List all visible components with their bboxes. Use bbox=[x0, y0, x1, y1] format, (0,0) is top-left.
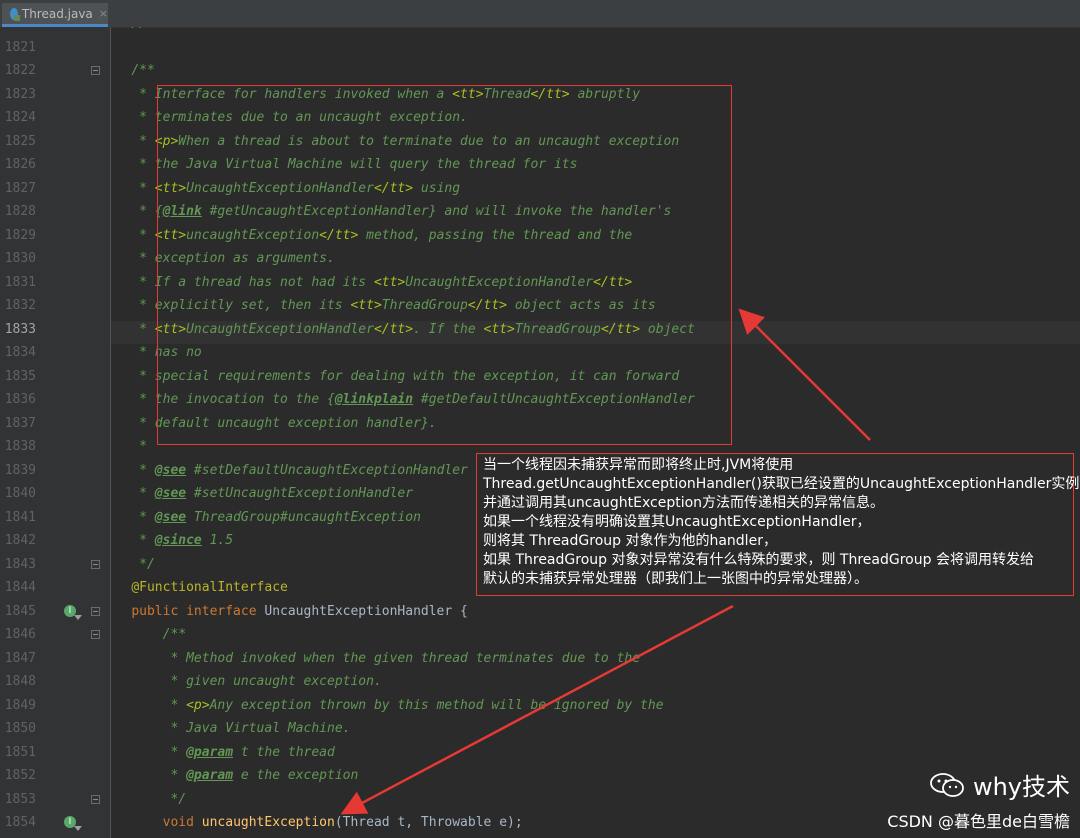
fold-icon[interactable] bbox=[91, 66, 100, 75]
code-line[interactable]: 1850 * Java Virtual Machine. bbox=[0, 717, 1080, 740]
code-text: * @see ThreadGroup#uncaughtException bbox=[139, 509, 421, 525]
code-line[interactable]: 1820 // Added in JSR-166 bbox=[0, 27, 1080, 35]
java-class-icon bbox=[10, 7, 20, 21]
note-line: 如果 ThreadGroup 对象对异常没有什么特殊的要求，则 ThreadGr… bbox=[483, 552, 1034, 568]
note-line: 则将其 ThreadGroup 对象作为他的handler， bbox=[483, 533, 777, 549]
watermark-brand: why技术 bbox=[972, 773, 1070, 801]
fold-icon[interactable] bbox=[91, 630, 100, 639]
watermark-sub: CSDN @暮色里de白雪檐 bbox=[887, 812, 1070, 831]
code-text: * <p>Any exception thrown by this method… bbox=[170, 697, 664, 713]
line-number: 1842 bbox=[4, 533, 36, 548]
fold-icon[interactable] bbox=[91, 606, 100, 616]
line-number: 1828 bbox=[4, 204, 36, 219]
code-text: /** bbox=[131, 63, 155, 78]
line-number: 1853 bbox=[4, 791, 36, 807]
code-text: * given uncaught exception. bbox=[170, 674, 382, 689]
code-line[interactable]: 1821 bbox=[0, 36, 1080, 59]
line-number: 1827 bbox=[4, 180, 36, 196]
code-text: * @param t the thread bbox=[170, 744, 335, 760]
line-number: 1824 bbox=[4, 110, 36, 125]
note-line: 默认的未捕获异常处理器（即我们上一张图中的异常处理器）。 bbox=[483, 571, 868, 587]
code-text: void uncaughtException(Thread t, Throwab… bbox=[162, 815, 523, 830]
code-text: * @see #setDefaultUncaughtExceptionHandl… bbox=[139, 462, 468, 478]
code-text: * bbox=[139, 439, 147, 454]
line-number: 1829 bbox=[4, 227, 36, 243]
line-number: 1849 bbox=[4, 697, 36, 713]
code-text: * @see #setUncaughtExceptionHandler bbox=[139, 486, 414, 501]
line-number: 1831 bbox=[4, 274, 36, 290]
line-number: 1820 bbox=[0, 27, 36, 35]
implemented-arrow-icon bbox=[74, 826, 82, 831]
line-number: 1846 bbox=[4, 627, 36, 642]
code-line[interactable]: 1847 * Method invoked when the given thr… bbox=[0, 647, 1080, 670]
note-line: 并通过调用其uncaughtException方法而传递相关的异常信息。 bbox=[483, 495, 885, 511]
code-text: @FunctionalInterface bbox=[131, 580, 288, 595]
code-line[interactable]: 1848 * given uncaught exception. bbox=[0, 670, 1080, 693]
fold-icon[interactable] bbox=[91, 794, 100, 804]
line-number: 1843 bbox=[4, 556, 36, 572]
code-text: * Java Virtual Machine. bbox=[170, 721, 351, 736]
code-line[interactable]: 1851 * @param t the thread bbox=[0, 741, 1080, 764]
line-number: 1834 bbox=[4, 345, 36, 360]
line-number: 1822 bbox=[4, 63, 36, 78]
code-line[interactable]: 1849 * <p>Any exception thrown by this m… bbox=[0, 694, 1080, 717]
watermark: why技术 CSDN @暮色里de白雪檐 bbox=[887, 767, 1070, 832]
line-number: 1837 bbox=[4, 415, 36, 431]
note-line: Thread.getUncaughtExceptionHandler()获取已经… bbox=[483, 476, 1080, 492]
code-line[interactable]: 1822 /** bbox=[0, 59, 1080, 82]
line-number: 1833 bbox=[4, 321, 36, 337]
line-number: 1826 bbox=[4, 157, 36, 172]
line-number: 1844 bbox=[4, 580, 36, 595]
tab-bar: Thread.java × bbox=[0, 0, 1080, 28]
line-number: 1852 bbox=[4, 768, 36, 783]
explanation-note: 当一个线程因未捕获异常而即将终止时,JVM将使用 Thread.getUncau… bbox=[476, 453, 1080, 596]
line-number: 1845 bbox=[4, 603, 36, 619]
line-number: 1823 bbox=[4, 86, 36, 102]
line-number: 1836 bbox=[4, 392, 36, 407]
line-number: 1841 bbox=[4, 509, 36, 525]
code-text: * Method invoked when the given thread t… bbox=[170, 650, 641, 666]
line-number: 1821 bbox=[4, 39, 36, 55]
code-text: // Added in JSR-166 bbox=[100, 27, 280, 35]
line-number: 1835 bbox=[4, 368, 36, 384]
tab-thread-java[interactable]: Thread.java × bbox=[2, 3, 108, 27]
code-text: public interface UncaughtExceptionHandle… bbox=[131, 603, 468, 619]
fold-icon[interactable] bbox=[91, 559, 100, 569]
line-number: 1847 bbox=[4, 650, 36, 666]
line-number: 1854 bbox=[4, 815, 36, 830]
implemented-arrow-icon bbox=[74, 614, 82, 620]
line-number: 1850 bbox=[4, 721, 36, 736]
line-number: 1839 bbox=[4, 462, 36, 478]
line-number: 1840 bbox=[4, 486, 36, 501]
line-number: 1848 bbox=[4, 674, 36, 689]
code-text: */ bbox=[139, 556, 155, 572]
line-number: 1851 bbox=[4, 744, 36, 760]
line-number: 1832 bbox=[4, 298, 36, 313]
tab-label: Thread.java bbox=[21, 6, 93, 21]
note-line: 如果一个线程没有明确设置其UncaughtExceptionHandler， bbox=[483, 514, 871, 530]
javadoc-highlight-box bbox=[157, 85, 732, 445]
line-number: 1830 bbox=[4, 251, 36, 266]
code-text: * @param e the exception bbox=[170, 768, 359, 783]
note-line: 当一个线程因未捕获异常而即将终止时,JVM将使用 bbox=[483, 457, 794, 473]
code-line[interactable]: 1846 /** bbox=[0, 623, 1080, 646]
line-number: 1838 bbox=[4, 439, 36, 454]
close-icon[interactable]: × bbox=[99, 7, 108, 20]
code-text: /** bbox=[162, 627, 187, 642]
code-line[interactable]: 1845 public interface UncaughtExceptionH… bbox=[0, 600, 1080, 623]
code-text: * @since 1.5 bbox=[139, 533, 234, 548]
wechat-icon bbox=[930, 772, 964, 797]
line-number: 1825 bbox=[4, 133, 36, 149]
code-text: */ bbox=[170, 791, 187, 807]
